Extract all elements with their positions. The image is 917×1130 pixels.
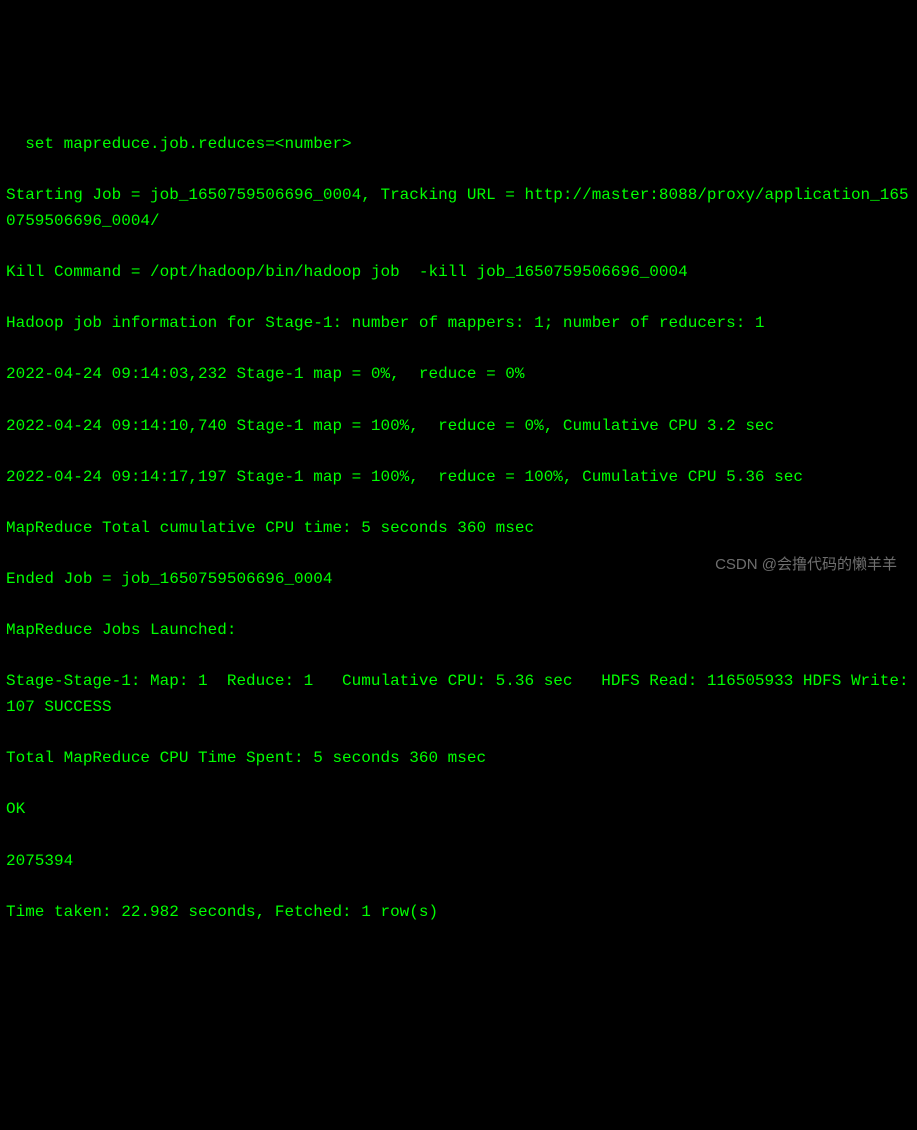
terminal-line: 2075394 <box>6 849 911 875</box>
terminal-line: MapReduce Total cumulative CPU time: 5 s… <box>6 516 911 542</box>
terminal-line: 2022-04-24 09:14:03,232 Stage-1 map = 0%… <box>6 362 911 388</box>
terminal-line: Starting Job = job_1650759506696_0004, T… <box>6 183 911 234</box>
terminal-line: Kill Command = /opt/hadoop/bin/hadoop jo… <box>6 260 911 286</box>
terminal-output: set mapreduce.job.reduces=<number> Start… <box>6 106 911 951</box>
terminal-line: Stage-Stage-1: Map: 1 Reduce: 1 Cumulati… <box>6 669 911 720</box>
terminal-line: 2022-04-24 09:14:17,197 Stage-1 map = 10… <box>6 465 911 491</box>
terminal-line: 2022-04-24 09:14:10,740 Stage-1 map = 10… <box>6 414 911 440</box>
terminal-line: Total MapReduce CPU Time Spent: 5 second… <box>6 746 911 772</box>
terminal-line: set mapreduce.job.reduces=<number> <box>6 132 911 158</box>
terminal-line: Hadoop job information for Stage-1: numb… <box>6 311 911 337</box>
terminal-line: MapReduce Jobs Launched: <box>6 618 911 644</box>
terminal-line: OK <box>6 797 911 823</box>
terminal-line: Time taken: 22.982 seconds, Fetched: 1 r… <box>6 900 911 926</box>
